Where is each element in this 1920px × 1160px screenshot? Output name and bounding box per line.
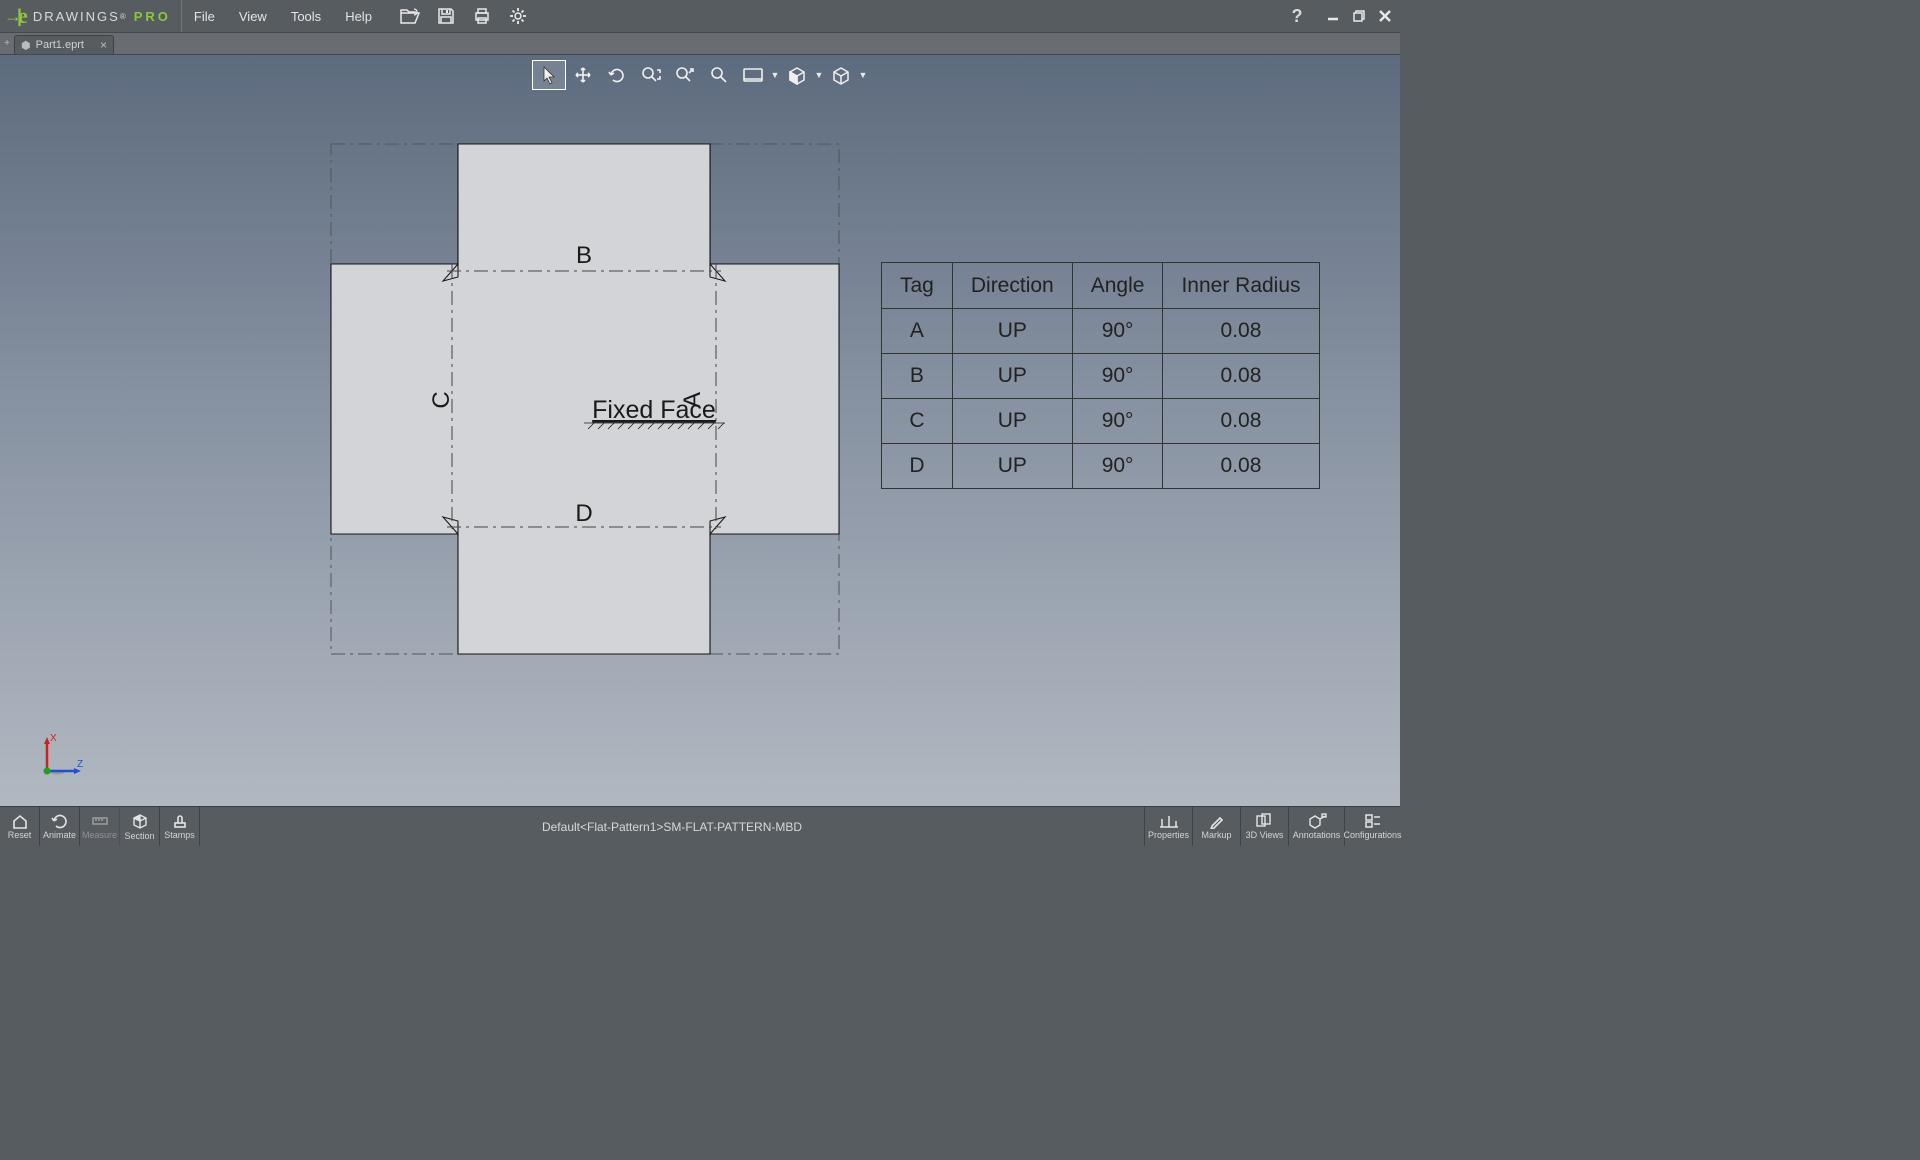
app-name-pro: PRO: [134, 9, 171, 24]
save-button[interactable]: [428, 0, 464, 33]
bend-cell-direction: UP: [952, 444, 1072, 489]
viewport[interactable]: ▼ ▼ ▼: [0, 55, 1400, 806]
bend-cell-radius: 0.08: [1163, 309, 1319, 354]
bend-table-header-radius: Inner Radius: [1163, 263, 1319, 309]
bend-cell-radius: 0.08: [1163, 444, 1319, 489]
bend-cell-angle: 90°: [1072, 399, 1163, 444]
bend-cell-radius: 0.08: [1163, 399, 1319, 444]
stamps-button[interactable]: Stamps: [160, 807, 200, 846]
bend-cell-tag: C: [882, 399, 953, 444]
bottom-toolbar: Reset Animate Measure Section Stamps Def…: [0, 806, 1400, 846]
table-row: AUP90°0.08: [882, 309, 1320, 354]
bend-label-b: B: [576, 242, 592, 269]
shading-tool[interactable]: [780, 60, 814, 90]
annotations-button[interactable]: Annotations: [1288, 807, 1344, 846]
menu-tools[interactable]: Tools: [279, 0, 333, 32]
bend-cell-direction: UP: [952, 399, 1072, 444]
bend-cell-angle: 90°: [1072, 309, 1163, 354]
bend-label-d: D: [575, 500, 592, 527]
bend-label-c: C: [428, 391, 455, 408]
menu-quick-icons: [392, 0, 536, 32]
close-button[interactable]: [1372, 2, 1398, 30]
document-tab[interactable]: ⬢ Part1.eprt ×: [14, 35, 114, 54]
reset-button[interactable]: Reset: [0, 807, 40, 846]
bend-cell-tag: A: [882, 309, 953, 354]
triad-x-label: X: [50, 733, 57, 744]
section-button[interactable]: Section: [120, 807, 160, 846]
print-button[interactable]: [464, 0, 500, 33]
menu-items: File View Tools Help: [182, 0, 384, 32]
bend-cell-radius: 0.08: [1163, 354, 1319, 399]
bend-cell-direction: UP: [952, 354, 1072, 399]
menu-help[interactable]: Help: [333, 0, 384, 32]
bend-table-header-angle: Angle: [1072, 263, 1163, 309]
app-logo: →|e DRAWINGS® PRO: [0, 0, 182, 32]
view-toolbar: ▼ ▼ ▼: [532, 60, 868, 90]
zoom-fit-tool[interactable]: [668, 60, 702, 90]
properties-button[interactable]: Properties: [1144, 807, 1192, 846]
zoom-window-tool[interactable]: [634, 60, 668, 90]
table-row: CUP90°0.08: [882, 399, 1320, 444]
perspective-tool[interactable]: [736, 60, 770, 90]
triad-z-label: Z: [77, 759, 83, 770]
document-tabbar: + ⬢ Part1.eprt ×: [0, 33, 1400, 55]
fixed-face-label: Fixed Face: [592, 396, 716, 424]
restore-button[interactable]: [1346, 2, 1372, 30]
bend-cell-angle: 90°: [1072, 354, 1163, 399]
bend-cell-tag: D: [882, 444, 953, 489]
bend-cell-angle: 90°: [1072, 444, 1163, 489]
new-tab-button[interactable]: +: [0, 32, 14, 54]
settings-button[interactable]: [500, 0, 536, 33]
minimize-button[interactable]: [1320, 2, 1346, 30]
select-tool[interactable]: [532, 60, 566, 90]
bend-cell-tag: B: [882, 354, 953, 399]
bend-cell-direction: UP: [952, 309, 1072, 354]
open-file-button[interactable]: [392, 0, 428, 33]
document-tab-title: Part1.eprt: [36, 39, 84, 51]
shading-dropdown[interactable]: ▼: [814, 70, 824, 80]
help-button[interactable]: ?: [1284, 2, 1310, 30]
close-tab-button[interactable]: ×: [100, 38, 107, 52]
menu-file[interactable]: File: [182, 0, 227, 32]
views-3d-button[interactable]: 3D Views: [1240, 807, 1288, 846]
view-orientation-dropdown[interactable]: ▼: [858, 70, 868, 80]
table-row: BUP90°0.08: [882, 354, 1320, 399]
view-orientation-tool[interactable]: [824, 60, 858, 90]
pan-tool[interactable]: [566, 60, 600, 90]
app-name-drawings: DRAWINGS: [33, 9, 120, 24]
markup-button[interactable]: Markup: [1192, 807, 1240, 846]
menubar: →|e DRAWINGS® PRO File View Tools Help ?: [0, 0, 1400, 33]
zoom-tool[interactable]: [702, 60, 736, 90]
bend-table-header-direction: Direction: [952, 263, 1072, 309]
menu-view[interactable]: View: [227, 0, 279, 32]
configurations-button[interactable]: Configurations: [1344, 807, 1400, 846]
part-icon: ⬢: [21, 39, 31, 52]
status-text: Default<Flat-Pattern1>SM-FLAT-PATTERN-MB…: [200, 807, 1144, 846]
flat-pattern-drawing: B D C A Fixed Face: [330, 143, 840, 655]
perspective-dropdown[interactable]: ▼: [770, 70, 780, 80]
window-controls: ?: [1284, 0, 1400, 32]
measure-button: Measure: [80, 807, 120, 846]
orientation-triad: X Z: [33, 731, 83, 781]
bend-table: Tag Direction Angle Inner Radius AUP90°0…: [881, 262, 1320, 489]
animate-button[interactable]: Animate: [40, 807, 80, 846]
bend-table-header-tag: Tag: [882, 263, 953, 309]
table-row: DUP90°0.08: [882, 444, 1320, 489]
rotate-tool[interactable]: [600, 60, 634, 90]
